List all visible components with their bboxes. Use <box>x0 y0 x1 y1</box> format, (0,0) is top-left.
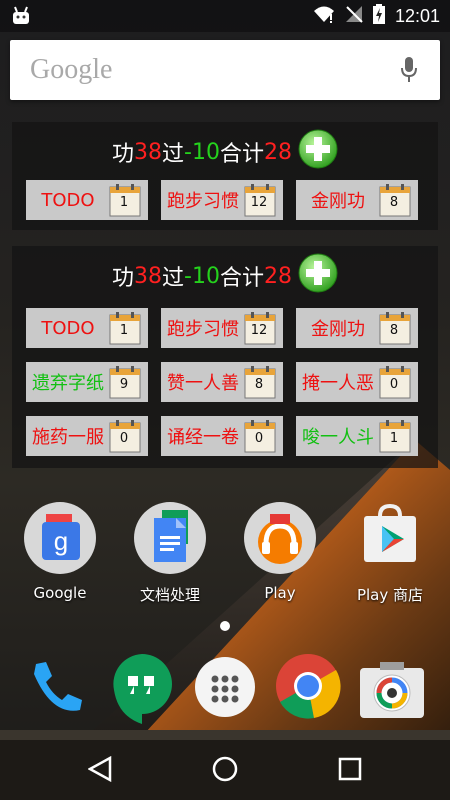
habit-cell[interactable]: 金刚功 8 <box>296 180 418 220</box>
total-label: 合计 <box>219 142 264 167</box>
calendar-icon: 12 <box>244 311 278 345</box>
habit-count: 0 <box>389 377 399 392</box>
calendar-icon: 0 <box>244 419 278 453</box>
habit-cell[interactable]: 诵经一卷 0 <box>161 416 283 456</box>
calendar-icon: 8 <box>244 365 278 399</box>
habit-label: TODO <box>41 189 95 211</box>
habit-cell[interactable]: TODO 1 <box>26 180 148 220</box>
summary-row: 功 38 过 -10 合计 28 <box>12 253 438 299</box>
chrome-icon[interactable] <box>274 652 342 724</box>
play-store-icon <box>352 503 428 580</box>
summary-row: 功 38 过 -10 合计 28 <box>12 129 438 175</box>
battery-charging-icon <box>372 4 385 29</box>
demerit-label: 过 <box>162 142 185 167</box>
habit-label: 跑步习惯 <box>167 191 239 212</box>
calendar-icon: 9 <box>109 365 143 399</box>
habit-label: 跑步习惯 <box>167 319 239 340</box>
status-bar: 12:01 <box>0 0 450 32</box>
add-plus-icon[interactable] <box>298 253 338 299</box>
habit-count: 8 <box>389 195 399 210</box>
habit-count: 9 <box>119 377 129 392</box>
total-value: 28 <box>263 139 292 165</box>
google-logo-text: Google <box>30 54 113 85</box>
habit-cell[interactable]: 跑步习惯 12 <box>161 180 283 220</box>
app-label: Google <box>33 584 87 602</box>
page-indicator-dot <box>220 621 230 631</box>
habit-cell[interactable]: 跑步习惯 12 <box>161 308 283 348</box>
play-folder-icon <box>242 502 318 580</box>
android-notification-icon <box>10 6 32 31</box>
home-icon[interactable] <box>212 756 238 786</box>
total-label: 合计 <box>219 266 264 291</box>
habit-label: 金刚功 <box>311 191 365 212</box>
habit-cell[interactable]: 赞一人善 8 <box>161 362 283 402</box>
habit-label: 唆一人斗 <box>302 427 374 448</box>
habit-count: 12 <box>250 323 268 338</box>
habit-cell[interactable]: 施药一服 0 <box>26 416 148 456</box>
habit-cell[interactable]: 唆一人斗 1 <box>296 416 418 456</box>
calendar-icon: 8 <box>379 183 413 217</box>
wifi-icon <box>313 5 335 28</box>
calendar-icon: 0 <box>109 419 143 453</box>
demerit-label: 过 <box>162 266 185 291</box>
total-value: 28 <box>263 263 292 289</box>
habit-widget-1: 功 38 过 -10 合计 28 TODO 1 跑步习惯 12 金刚功 8 <box>12 122 438 230</box>
habit-label: TODO <box>41 317 95 339</box>
merit-label: 功 <box>112 266 135 291</box>
habit-label: 施药一服 <box>32 427 104 448</box>
merit-label: 功 <box>112 142 135 167</box>
merit-value: 38 <box>134 139 163 165</box>
calendar-icon: 1 <box>109 183 143 217</box>
navigation-bar <box>0 740 450 800</box>
clock: 12:01 <box>394 6 440 26</box>
demerit-value: -10 <box>184 263 220 289</box>
habit-label: 金刚功 <box>311 319 365 340</box>
hangouts-icon[interactable] <box>108 650 176 730</box>
app-docs-folder[interactable]: 文档处理 <box>120 500 220 605</box>
app-drawer-icon[interactable] <box>193 655 257 723</box>
habit-label: 赞一人善 <box>167 373 239 394</box>
habit-cell[interactable]: 掩一人恶 0 <box>296 362 418 402</box>
habit-cell[interactable]: TODO 1 <box>26 308 148 348</box>
svg-text:g: g <box>54 526 68 556</box>
habit-widget-2: 功 38 过 -10 合计 28 TODO 1 跑步习惯 12 金刚功 8 遗弃字纸 9 赞一人… <box>12 246 438 468</box>
demerit-value: -10 <box>184 139 220 165</box>
app-label: 文档处理 <box>139 586 200 604</box>
recents-icon[interactable] <box>338 757 362 785</box>
habit-count: 1 <box>119 195 129 210</box>
habit-count: 1 <box>119 323 129 338</box>
docs-folder-icon <box>132 502 208 580</box>
habit-cell[interactable]: 遗弃字纸 9 <box>26 362 148 402</box>
google-search-bar[interactable]: Google <box>10 40 440 100</box>
habit-cell[interactable]: 金刚功 8 <box>296 308 418 348</box>
no-signal-icon <box>345 5 363 28</box>
habit-label: 遗弃字纸 <box>32 373 104 394</box>
app-play-folder[interactable]: Play <box>230 500 330 602</box>
app-google-folder[interactable]: g Google <box>10 500 110 602</box>
google-folder-icon: g <box>22 502 98 580</box>
habit-count: 0 <box>254 431 264 446</box>
mic-icon[interactable] <box>400 56 418 88</box>
calendar-icon: 1 <box>379 419 413 453</box>
back-icon[interactable] <box>87 755 112 786</box>
calendar-icon: 1 <box>109 311 143 345</box>
habit-count: 8 <box>254 377 264 392</box>
add-plus-icon[interactable] <box>298 129 338 175</box>
app-play-store[interactable]: Play 商店 <box>340 500 440 605</box>
habit-label: 诵经一卷 <box>167 427 239 448</box>
habit-count: 8 <box>389 323 399 338</box>
calendar-icon: 0 <box>379 365 413 399</box>
habit-count: 0 <box>119 431 129 446</box>
merit-value: 38 <box>134 263 163 289</box>
camera-icon[interactable] <box>358 658 426 724</box>
habit-count: 12 <box>250 195 268 210</box>
habit-label: 掩一人恶 <box>302 373 374 394</box>
phone-icon[interactable] <box>22 654 90 726</box>
calendar-icon: 8 <box>379 311 413 345</box>
calendar-icon: 12 <box>244 183 278 217</box>
app-label: Play 商店 <box>356 586 424 604</box>
habit-count: 1 <box>389 431 399 446</box>
app-label: Play <box>264 584 296 602</box>
